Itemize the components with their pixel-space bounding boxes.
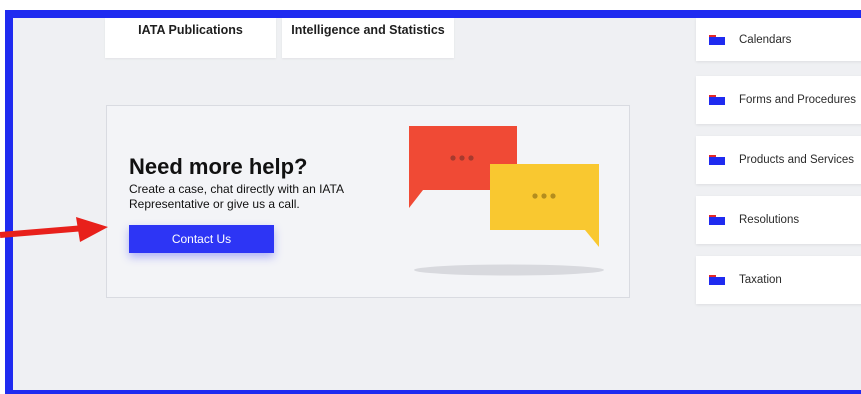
annotation-arrow-icon [0, 217, 108, 242]
sidebar-item-resolutions[interactable]: Resolutions [696, 196, 861, 244]
sidebar-item-label: Products and Services [739, 154, 855, 166]
card-iata-publications-label: IATA Publications [138, 23, 243, 37]
card-intelligence-statistics-label: Intelligence and Statistics [291, 23, 445, 37]
page-content: IATA Publications Intelligence and Stati… [13, 18, 861, 390]
folder-icon [709, 215, 725, 225]
sidebar-item-label: Forms and Procedures [739, 94, 856, 106]
card-intelligence-statistics[interactable]: Intelligence and Statistics [282, 18, 454, 58]
sidebar-item-label: Taxation [739, 274, 782, 286]
folder-icon [709, 34, 725, 45]
sidebar-item-taxation[interactable]: Taxation [696, 256, 861, 304]
sidebar-item-calendars[interactable]: Calendars [696, 18, 861, 61]
card-iata-publications[interactable]: IATA Publications [105, 18, 276, 58]
folder-icon [709, 95, 725, 105]
help-panel: Need more help? Create a case, chat dire… [106, 105, 630, 298]
folder-icon [709, 275, 725, 285]
sidebar-item-label: Resolutions [739, 214, 800, 226]
sidebar-item-products-and-services[interactable]: Products and Services [696, 136, 861, 184]
contact-us-button[interactable]: Contact Us [129, 225, 274, 253]
help-description: Create a case, chat directly with an IAT… [129, 182, 344, 211]
sidebar-item-label: Calendars [739, 33, 792, 46]
help-title: Need more help? [129, 154, 308, 179]
frame-top [0, 0, 861, 10]
sidebar-item-forms-and-procedures[interactable]: Forms and Procedures [696, 76, 861, 124]
chat-bubbles-illustration [409, 126, 604, 276]
folder-icon [709, 155, 725, 165]
